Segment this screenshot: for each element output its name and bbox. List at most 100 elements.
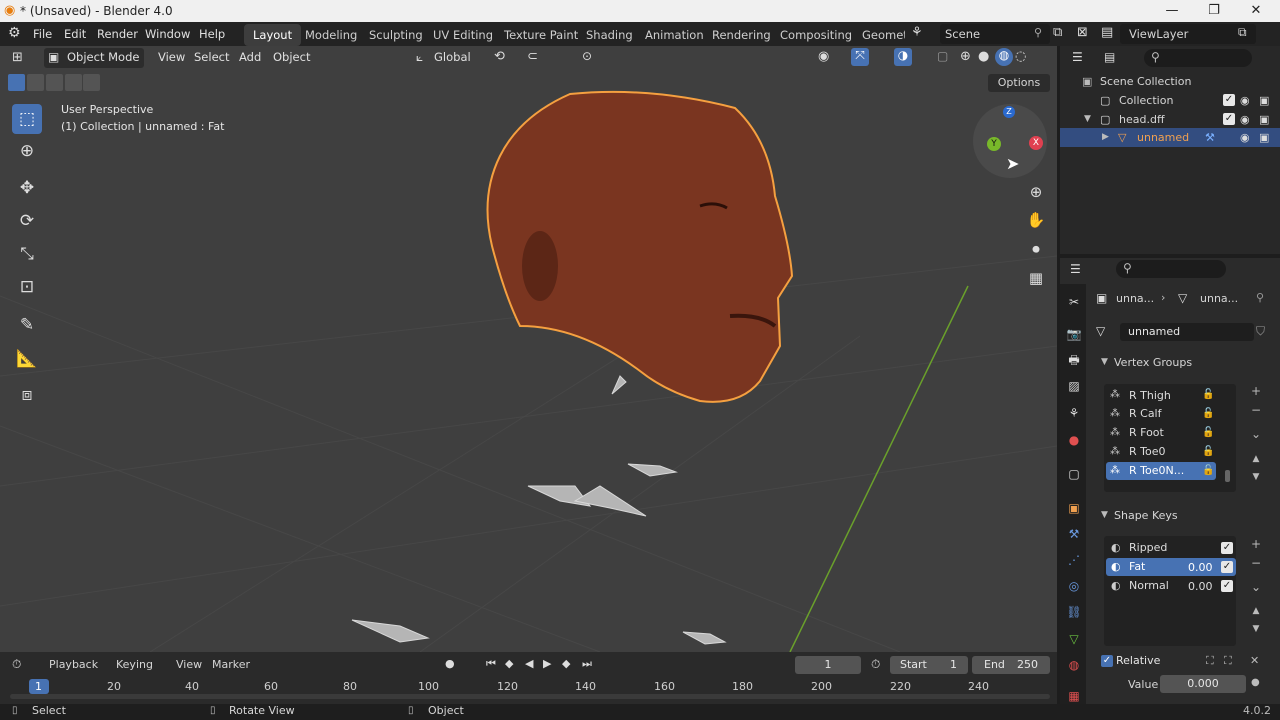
select-tool-icon[interactable]: ⬚ [12,104,42,134]
rendered-shading-icon[interactable]: ◌ [1015,49,1026,64]
tab-uv-editing[interactable]: UV Editing [424,24,502,46]
remove-shape-key-button[interactable]: − [1248,555,1264,571]
pivot-icon[interactable]: ⟲ [494,49,505,64]
tab-geometry[interactable]: Geomet [853,24,905,46]
move-tool-icon[interactable]: ✥ [12,173,42,203]
pin-icon[interactable]: ⚲ [1034,26,1042,39]
vertex-groups-scrollbar[interactable] [1225,470,1230,482]
select-intersect-icon[interactable] [83,74,100,91]
collapse-arrow-icon[interactable]: ▼ [1101,510,1108,520]
object-menu[interactable]: Object [273,50,310,64]
edit-mode-icon[interactable]: ⛶ [1206,654,1214,668]
list-item-selected[interactable]: R Toe0N... [1106,462,1216,480]
xray-icon[interactable]: ▢ [937,49,948,63]
move-up-button[interactable]: ▲ [1248,451,1264,467]
viewlayer-icon[interactable]: ▤ [1101,25,1113,40]
breadcrumb-object[interactable]: unna... [1116,292,1154,305]
new-scene-icon[interactable]: ⧉ [1053,25,1062,40]
pin-properties-icon[interactable]: ⚲ [1256,291,1264,304]
list-item[interactable]: Normal [1106,577,1236,595]
copy-viewlayer-icon[interactable]: ⧉ [1238,25,1247,40]
unnamed-render-icon[interactable]: ▣ [1259,128,1269,147]
texture-tab-icon[interactable]: ▦ [1066,688,1082,704]
zoom-icon[interactable]: ⊕ [1024,180,1048,204]
timeline-scrollbar[interactable] [10,694,1050,699]
armature-bones[interactable] [351,375,727,645]
record-icon[interactable]: ● [445,657,455,670]
head-render-icon[interactable]: ▣ [1259,110,1269,129]
material-tab-icon[interactable]: ◍ [1066,657,1082,673]
annotate-tool-icon[interactable]: ✎ [12,310,42,340]
editor-type-icon[interactable]: ⊞ [12,50,23,65]
prev-keyframe-icon[interactable]: ◆ [505,657,513,670]
rotate-tool-icon[interactable]: ⟳ [12,206,42,236]
outliner-row-collection[interactable]: ▢ Collection ✓ ◉ ▣ [1060,91,1280,110]
scale-tool-icon[interactable]: ⤡ [12,239,42,269]
collection-tab-icon[interactable]: ▢ [1066,466,1082,482]
solid-shading-icon[interactable]: ● [978,49,989,64]
shape-key-down-button[interactable]: ▼ [1248,621,1264,637]
modifier-tab-icon[interactable]: ⚒ [1066,526,1082,542]
data-tab-icon[interactable]: ▽ [1066,631,1082,647]
select-menu[interactable]: Select [194,50,229,64]
add-menu[interactable]: Add [239,50,261,64]
overlay-toggle-icon[interactable]: ◑ [894,48,912,66]
tab-compositing[interactable]: Compositing [771,24,861,46]
expand-arrow-icon[interactable]: ▶ [1102,128,1109,147]
view-layer-tab-icon[interactable]: ▨ [1066,378,1082,394]
gizmo-toggle-icon[interactable]: ⤧ [851,48,869,66]
tool-tab-icon[interactable]: ✂ [1066,294,1082,310]
vertex-groups-title[interactable]: Vertex Groups [1114,356,1192,369]
head-eye-icon[interactable]: ◉ [1240,110,1250,129]
material-shading-icon[interactable]: ◍ [995,48,1013,66]
shape-key-mute-checkbox[interactable]: ✓ [1221,580,1233,592]
start-frame-field[interactable]: Start 1 [890,656,968,674]
list-item[interactable]: R Toe0 [1106,443,1216,461]
gizmo-z-axis[interactable]: Z [1003,106,1015,118]
pan-hand-icon[interactable]: ✋ [1024,208,1048,232]
select-invert-icon[interactable] [65,74,82,91]
add-vertex-group-button[interactable]: + [1248,383,1264,399]
select-extend-icon[interactable] [27,74,44,91]
collapse-arrow-icon[interactable]: ▼ [1101,357,1108,367]
gizmo-y-axis[interactable]: Y [987,137,1001,151]
wireframe-shading-icon[interactable]: ⊕ [960,49,971,64]
shape-key-mute-checkbox[interactable]: ✓ [1221,561,1233,573]
shape-key-specials-icon[interactable]: ⌄ [1248,579,1264,595]
constraints-tab-icon[interactable]: ⛓ [1066,604,1082,620]
outliner-row-scene-collection[interactable]: ▣ Scene Collection [1060,72,1280,91]
collection-eye-icon[interactable]: ◉ [1240,91,1250,110]
outliner-search-input[interactable] [1144,49,1252,67]
list-item[interactable]: R Calf [1106,405,1216,423]
head-exclude-checkbox[interactable]: ✓ [1223,113,1235,125]
shape-key-mute-checkbox[interactable]: ✓ [1221,542,1233,554]
properties-search-input[interactable] [1116,260,1226,278]
shape-key-up-button[interactable]: ▲ [1248,603,1264,619]
output-tab-icon[interactable]: 🖶 [1066,352,1082,368]
fake-user-icon[interactable]: ⛉ [1256,324,1265,339]
lock-icon[interactable]: 🔓 [1202,465,1214,476]
scene-icon[interactable]: ⚘ [911,25,923,40]
select-box-icon[interactable] [8,74,25,91]
keying-menu[interactable]: Keying [116,658,153,671]
display-mode-icon[interactable]: ▤ [1104,50,1115,64]
mesh-data-icon[interactable]: ▽ [1096,324,1105,338]
shape-keys-title[interactable]: Shape Keys [1114,509,1178,522]
list-item[interactable]: R Thigh [1106,387,1216,405]
view-menu[interactable]: View [158,50,185,64]
timeline-editor-icon[interactable]: ⏱ [12,657,21,672]
select-subtract-icon[interactable] [46,74,63,91]
playback-menu[interactable]: Playback [49,658,98,671]
jump-start-icon[interactable]: ⏮ [486,657,496,671]
menu-edit[interactable]: Edit [64,27,86,41]
camera-view-icon[interactable]: ⏺ [1024,237,1048,261]
transform-tool-icon[interactable]: ⊡ [12,272,42,302]
outliner-row-unnamed[interactable]: ▶ ▽ unnamed ⚒ ◉ ▣ [1060,128,1280,147]
shape-key-value[interactable]: 0.00 [1188,580,1213,593]
list-item[interactable]: R Foot [1106,424,1216,442]
add-shape-key-button[interactable]: + [1248,536,1264,552]
vertex-group-specials-icon[interactable]: ⌄ [1248,426,1264,442]
jump-end-icon[interactable]: ⏭ [582,657,592,671]
viewport-3d[interactable] [0,46,1057,652]
tab-animation[interactable]: Animation [636,24,713,46]
